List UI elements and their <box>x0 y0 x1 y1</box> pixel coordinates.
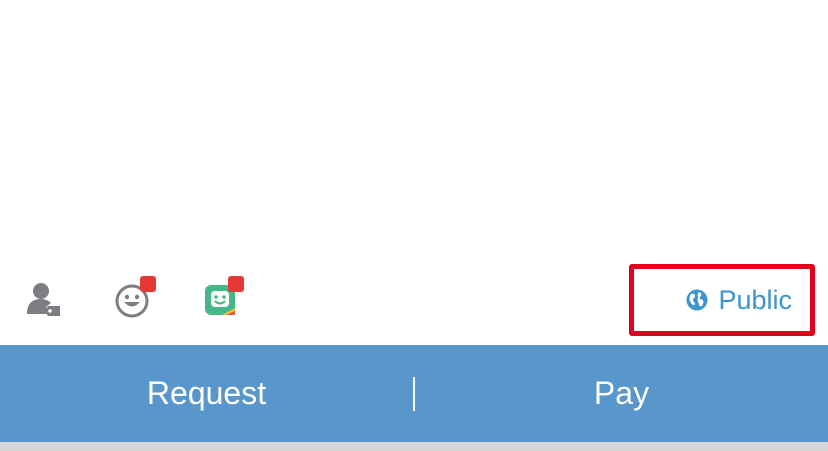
bottom-strip <box>0 442 828 451</box>
request-button[interactable]: Request <box>0 345 413 442</box>
sticker-notification-badge <box>228 276 244 292</box>
pay-button[interactable]: Pay <box>415 345 828 442</box>
emoji-notification-badge <box>140 276 156 292</box>
note-text-area[interactable] <box>0 0 828 258</box>
action-bar: Request Pay <box>0 345 828 442</box>
tag-friend-button[interactable] <box>16 272 72 328</box>
globe-icon <box>686 289 708 311</box>
action-divider <box>413 376 415 411</box>
privacy-label: Public <box>718 284 792 315</box>
sticker-button[interactable] <box>192 272 248 328</box>
emoji-button[interactable] <box>104 272 160 328</box>
person-tag-icon <box>27 283 60 316</box>
privacy-selector[interactable]: Public <box>629 264 815 336</box>
compose-toolbar: Public <box>0 258 828 345</box>
